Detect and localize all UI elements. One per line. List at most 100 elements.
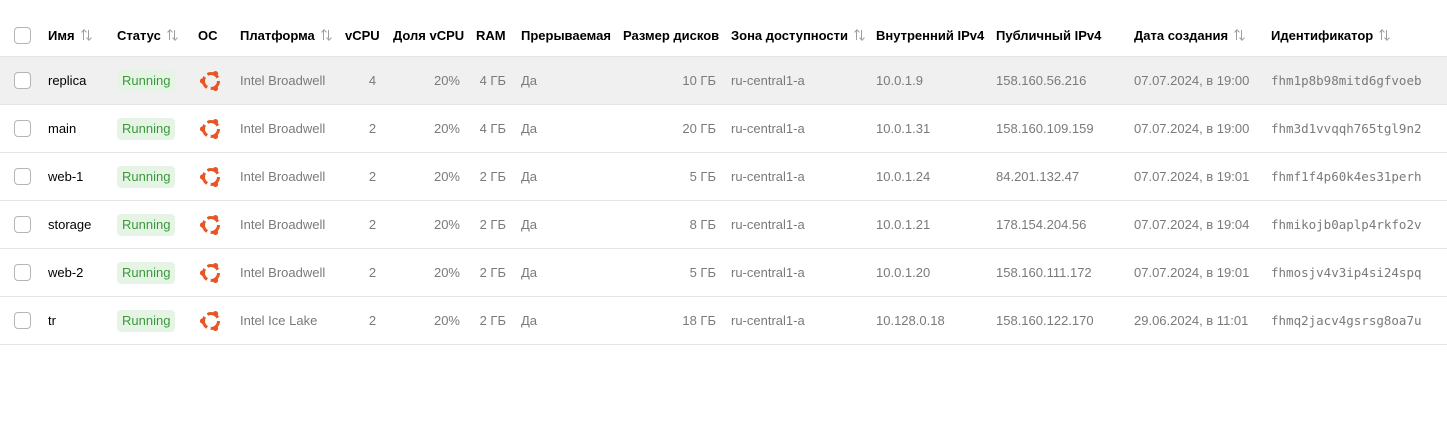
vcpu-value: 4 — [368, 73, 377, 88]
status-cell: Running — [117, 105, 176, 152]
table-row[interactable]: replica Running Intel Broadwell 4 20% 4 … — [0, 57, 1447, 105]
sort-icon[interactable] — [853, 29, 865, 41]
vm-name[interactable]: web-2 — [48, 265, 83, 280]
zone-value: ru-central1-a — [731, 73, 805, 88]
column-label: vCPU — [345, 27, 380, 43]
platform-value: Intel Broadwell — [240, 121, 326, 136]
row-checkbox[interactable] — [14, 120, 31, 137]
vm-name[interactable]: web-1 — [48, 169, 83, 184]
status-cell: Running — [117, 153, 176, 200]
id-cell: fhmosjv4v3ip4si24spq — [1271, 249, 1422, 296]
status-cell: Running — [117, 201, 176, 248]
created-value: 07.07.2024, в 19:00 — [1134, 121, 1250, 136]
column-header-platform[interactable]: Платформа — [240, 14, 332, 56]
id-cell: fhmikojb0aplp4rkfo2v — [1271, 201, 1422, 248]
column-label: Прерываемая — [521, 27, 611, 43]
preemptible-value: Да — [521, 169, 538, 184]
sort-icon[interactable] — [166, 29, 178, 41]
row-select-cell — [14, 105, 31, 152]
preemptible-value: Да — [521, 313, 538, 328]
column-label: Дата создания — [1134, 27, 1229, 43]
column-label: Публичный IPv4 — [996, 27, 1102, 43]
column-header-created[interactable]: Дата создания — [1134, 14, 1245, 56]
os-cell — [198, 105, 222, 152]
row-checkbox[interactable] — [14, 168, 31, 185]
row-checkbox[interactable] — [14, 312, 31, 329]
os-cell — [198, 249, 222, 296]
vm-id-value: fhmq2jacv4gsrsg8oa7u — [1271, 313, 1422, 328]
vm-name-cell[interactable]: web-1 — [48, 153, 83, 200]
row-checkbox[interactable] — [14, 216, 31, 233]
column-label: Имя — [48, 27, 75, 43]
vm-name[interactable]: tr — [48, 313, 56, 328]
status-badge: Running — [117, 261, 176, 284]
row-checkbox[interactable] — [14, 264, 31, 281]
vm-name-cell[interactable]: storage — [48, 201, 91, 248]
status-badge: Running — [117, 69, 176, 92]
created-value: 29.06.2024, в 11:01 — [1134, 313, 1249, 328]
column-header-id[interactable]: Идентификатор — [1271, 14, 1391, 56]
row-select-cell — [14, 153, 31, 200]
vcpu-value: 2 — [368, 121, 377, 136]
table-row[interactable]: web-2 Running Intel Broadwell 2 20% 2 ГБ… — [0, 249, 1447, 297]
ram-value: 2 ГБ — [479, 265, 506, 280]
vm-id-value: fhm1p8b98mitd6gfvoeb — [1271, 73, 1422, 88]
sort-icon[interactable] — [1378, 29, 1391, 41]
column-label: Статус — [117, 27, 161, 43]
vcpu-value: 2 — [368, 217, 377, 232]
column-header-zone[interactable]: Зона доступности — [731, 14, 865, 56]
public-ip-value: 158.160.109.159 — [996, 121, 1094, 136]
platform-value: Intel Broadwell — [240, 217, 326, 232]
select-all-cell — [14, 14, 31, 56]
public-ip-value: 84.201.132.47 — [996, 169, 1080, 184]
vm-name-cell[interactable]: tr — [48, 297, 56, 344]
zone-value: ru-central1-a — [731, 121, 805, 136]
ubuntu-icon — [199, 310, 220, 331]
platform-value: Intel Broadwell — [240, 265, 326, 280]
ram-value: 4 ГБ — [479, 121, 506, 136]
vm-name-cell[interactable]: main — [48, 105, 76, 152]
created-value: 07.07.2024, в 19:01 — [1134, 265, 1250, 280]
vm-name-cell[interactable]: replica — [48, 57, 86, 104]
select-all-checkbox[interactable] — [14, 26, 31, 44]
vcpu-share-value: 20% — [433, 217, 460, 232]
row-select-cell — [14, 249, 31, 296]
column-header-public-ip: Публичный IPv4 — [996, 14, 1101, 56]
sort-icon[interactable] — [1233, 29, 1245, 41]
id-cell: fhmq2jacv4gsrsg8oa7u — [1271, 297, 1422, 344]
preemptible-value: Да — [521, 121, 538, 136]
status-badge: Running — [117, 117, 176, 140]
id-cell: fhm1p8b98mitd6gfvoeb — [1271, 57, 1422, 104]
column-header-status[interactable]: Статус — [117, 14, 178, 56]
vm-table: Имя Статус ОС Платформа vCPU Доля vCPU R… — [0, 14, 1447, 345]
row-checkbox[interactable] — [14, 72, 31, 89]
column-label: RAM — [476, 27, 506, 43]
vcpu-share-value: 20% — [433, 169, 460, 184]
id-cell: fhm3d1vvqqh765tgl9n2 — [1271, 105, 1422, 152]
table-row[interactable]: main Running Intel Broadwell 2 20% 4 ГБ … — [0, 105, 1447, 153]
preemptible-value: Да — [521, 217, 538, 232]
vm-name[interactable]: replica — [48, 73, 86, 88]
status-cell: Running — [117, 249, 176, 296]
table-row[interactable]: tr Running Intel Ice Lake 2 20% 2 ГБ Да … — [0, 297, 1447, 345]
sort-icon[interactable] — [80, 29, 92, 41]
vm-name-cell[interactable]: web-2 — [48, 249, 83, 296]
column-header-vcpu: vCPU — [345, 14, 380, 56]
vm-name[interactable]: main — [48, 121, 76, 136]
platform-value: Intel Broadwell — [240, 73, 326, 88]
table-body: replica Running Intel Broadwell 4 20% 4 … — [0, 57, 1447, 345]
vcpu-value: 2 — [368, 313, 377, 328]
os-cell — [198, 297, 222, 344]
column-header-ram: RAM — [476, 14, 506, 56]
column-header-disk-size: Размер дисков — [623, 14, 719, 56]
table-row[interactable]: web-1 Running Intel Broadwell 2 20% 2 ГБ… — [0, 153, 1447, 201]
table-row[interactable]: storage Running Intel Broadwell 2 20% 2 … — [0, 201, 1447, 249]
vm-name[interactable]: storage — [48, 217, 91, 232]
column-header-name[interactable]: Имя — [48, 14, 92, 56]
preemptible-value: Да — [521, 73, 538, 88]
preemptible-value: Да — [521, 265, 538, 280]
status-cell: Running — [117, 57, 176, 104]
sort-icon[interactable] — [320, 29, 332, 41]
public-ip-value: 158.160.56.216 — [996, 73, 1087, 88]
column-header-internal-ip: Внутренний IPv4 — [876, 14, 984, 56]
